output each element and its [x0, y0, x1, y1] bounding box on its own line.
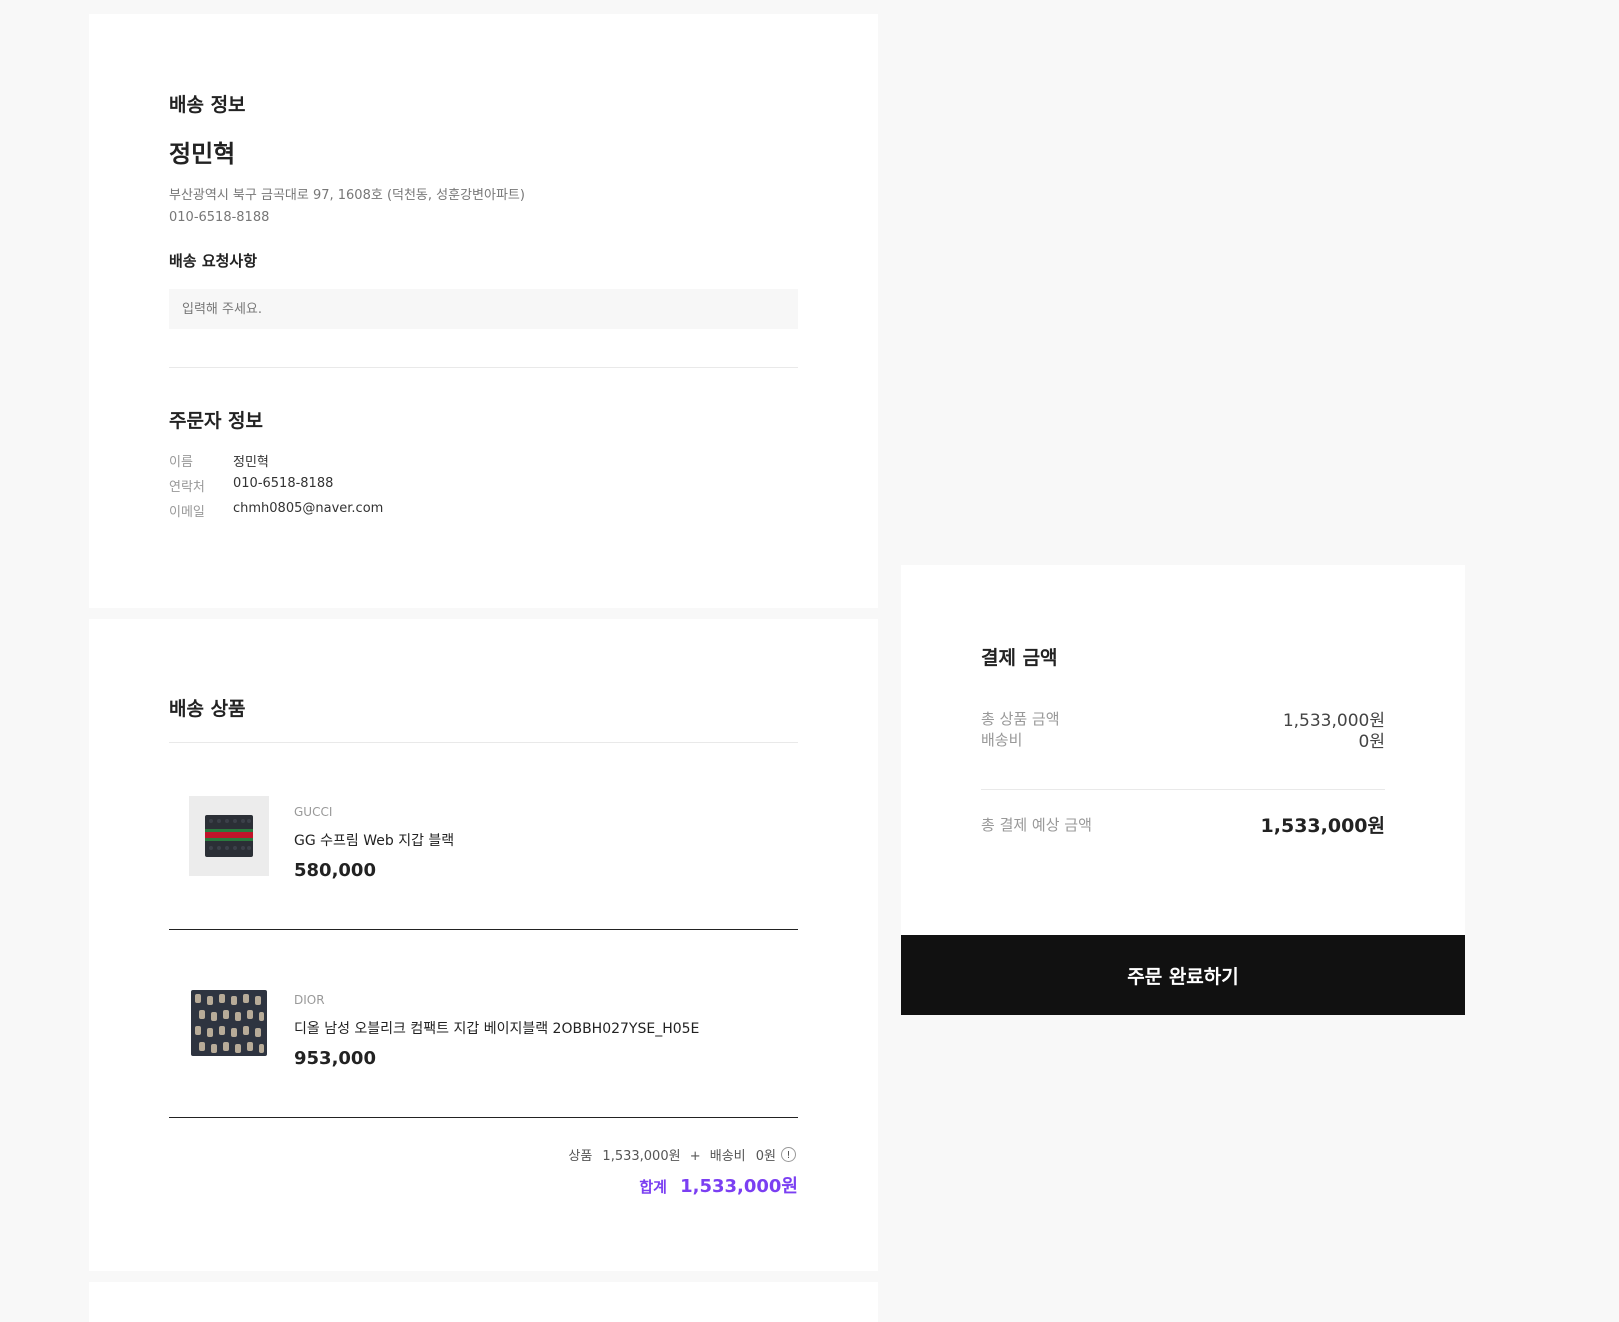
total-value: 1,533,000원	[680, 1176, 798, 1197]
product-brand: GUCCI	[294, 805, 333, 819]
order-total: 합계 1,533,000원	[639, 1172, 798, 1198]
summary-shipping-label: 배송비	[709, 1149, 746, 1164]
product-name[interactable]: GG 수프림 Web 지갑 블랙	[294, 830, 454, 850]
product-total-label: 총 상품 금액	[981, 710, 1060, 728]
delivery-phone: 010-6518-8188	[169, 210, 270, 225]
orderer-email-value: chmh0805@naver.com	[233, 501, 384, 516]
summary-shipping-value: 0원	[755, 1149, 776, 1164]
product-price: 953,000	[294, 1048, 376, 1069]
summary-product-label: 상품	[568, 1149, 593, 1164]
product-brand: DIOR	[294, 993, 325, 1007]
delivery-products-card: 배송 상품 GUCCI GG 수프림 Web 지갑 블랙 580,000 DIO…	[89, 619, 878, 1271]
shipping-fee-value: 0원	[1358, 732, 1385, 752]
delivery-info-title: 배송 정보	[169, 94, 246, 116]
gucci-wallet-image	[189, 796, 269, 876]
product-image-gucci[interactable]	[189, 796, 269, 876]
divider	[981, 789, 1385, 790]
orderer-phone-label: 연락처	[169, 480, 205, 495]
total-label: 합계	[639, 1178, 667, 1196]
delivery-info-card: 배송 정보 정민혁 부산광역시 북구 금곡대로 97, 1608호 (덕천동, …	[89, 14, 878, 608]
summary-plus: +	[689, 1149, 701, 1164]
payment-title: 결제 금액	[981, 647, 1058, 669]
dior-wallet-image	[189, 984, 269, 1064]
complete-order-button[interactable]: 주문 완료하기	[901, 935, 1465, 1015]
product-image-dior[interactable]	[189, 984, 269, 1064]
summary-product-value: 1,533,000원	[602, 1149, 681, 1164]
product-name[interactable]: 디올 남성 오블리크 컴팩트 지갑 베이지블랙 2OBBH027YSE_H05E	[294, 1018, 699, 1038]
delivery-request-title: 배송 요청사항	[169, 252, 258, 270]
additional-section-card	[89, 1282, 878, 1322]
divider	[169, 367, 798, 368]
info-icon[interactable]: !	[781, 1147, 796, 1162]
order-summary-line: 상품 1,533,000원 + 배송비 0원	[568, 1145, 776, 1164]
payment-summary-card: 결제 금액 총 상품 금액 1,533,000원 배송비 0원 총 결제 예상 …	[901, 565, 1465, 935]
recipient-name: 정민혁	[169, 140, 236, 168]
divider	[169, 742, 798, 743]
delivery-address: 부산광역시 북구 금곡대로 97, 1608호 (덕천동, 성훈강변아파트)	[169, 188, 525, 203]
delivery-request-input[interactable]	[169, 289, 798, 329]
orderer-phone-value: 010-6518-8188	[233, 476, 334, 491]
shipping-fee-label: 배송비	[981, 731, 1023, 749]
expected-total-label: 총 결제 예상 금액	[981, 816, 1092, 834]
orderer-name-label: 이름	[169, 455, 193, 470]
orderer-email-label: 이메일	[169, 505, 205, 520]
item-divider	[169, 929, 798, 930]
orderer-name-value: 정민혁	[233, 455, 269, 470]
delivery-products-title: 배송 상품	[169, 698, 246, 720]
item-divider	[169, 1117, 798, 1118]
orderer-info-title: 주문자 정보	[169, 410, 264, 432]
product-price: 580,000	[294, 860, 376, 881]
expected-total-value: 1,533,000원	[1260, 815, 1385, 837]
